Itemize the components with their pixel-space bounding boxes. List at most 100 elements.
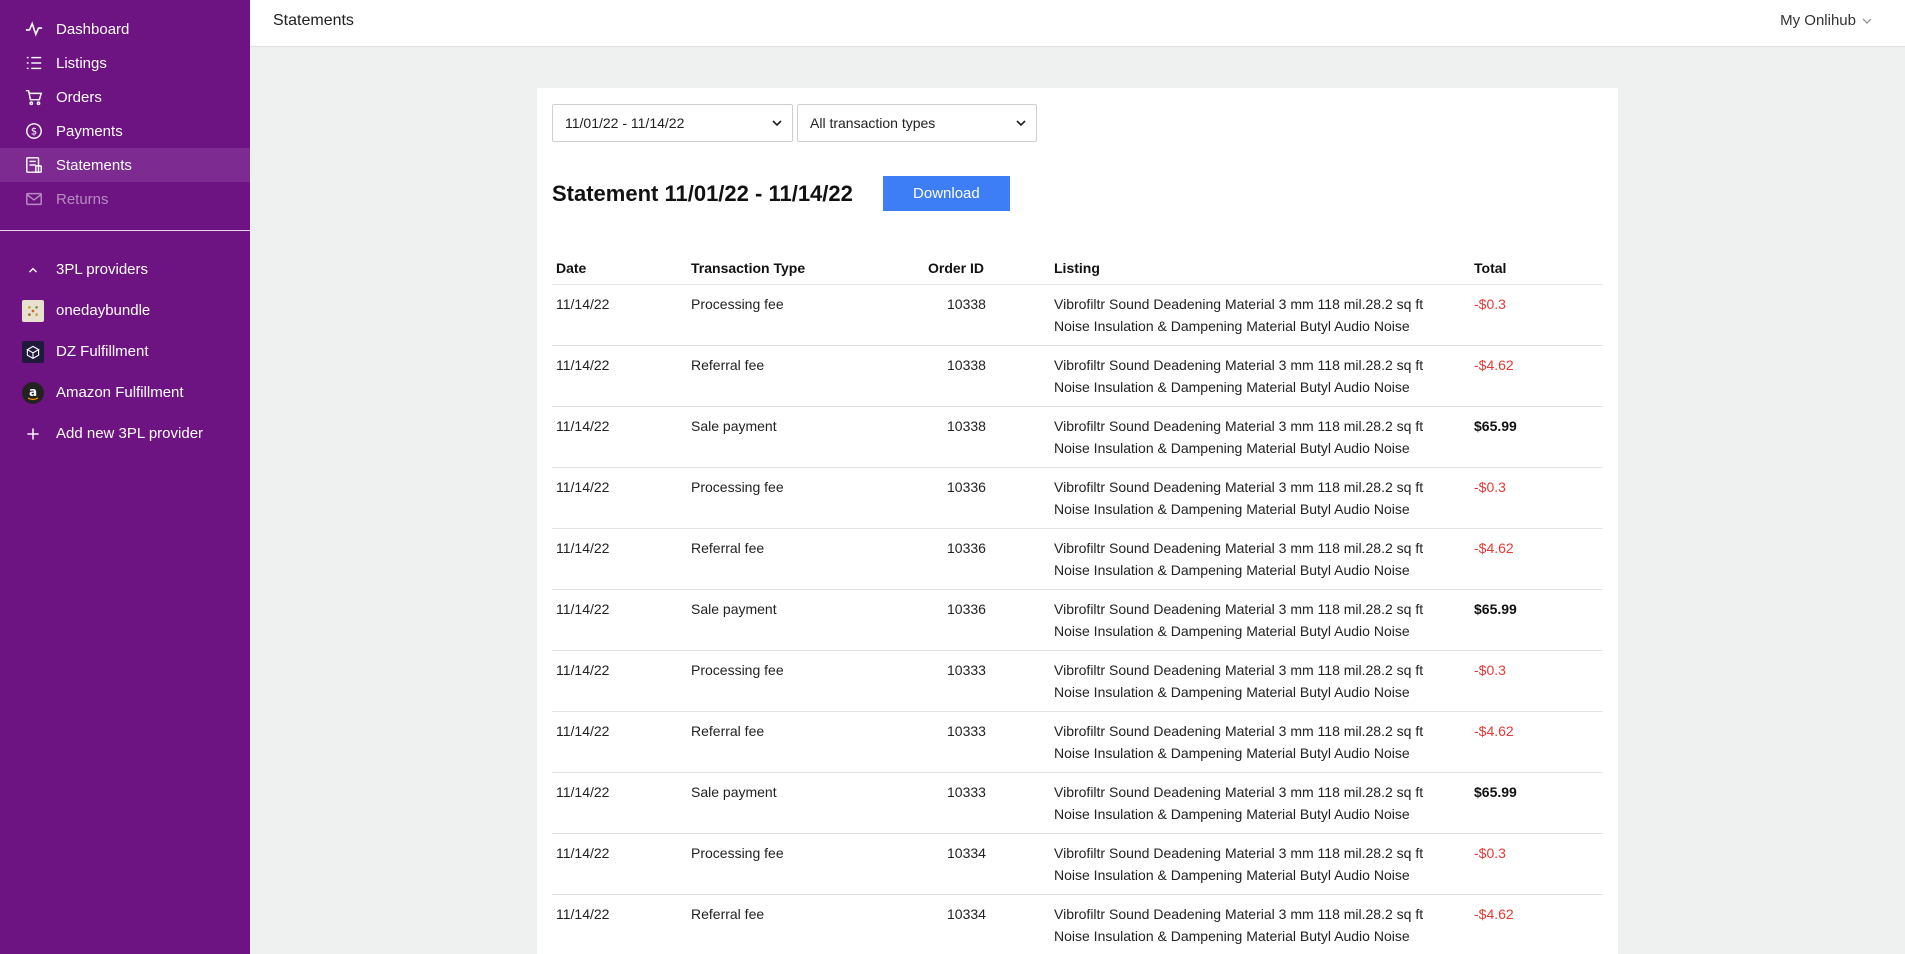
cell-date: 11/14/22 — [552, 894, 687, 954]
provider-amazon-fulfillment[interactable]: a Amazon Fulfillment — [0, 372, 250, 413]
listing-line-2: Noise Insulation & Dampening Material Bu… — [1054, 561, 1410, 578]
cell-order-id[interactable]: 10338 — [924, 345, 1050, 407]
cell-total: -$4.62 — [1470, 711, 1603, 773]
cell-transaction-type: Processing fee — [687, 833, 924, 895]
cell-total: $65.99 — [1470, 589, 1603, 651]
cell-total: $65.99 — [1470, 406, 1603, 468]
listing-line-2: Noise Insulation & Dampening Material Bu… — [1054, 866, 1410, 883]
table-row[interactable]: 11/14/22 Referral fee 10333 Vibrofiltr Soun… — [552, 711, 1603, 773]
svg-text:$: $ — [31, 127, 37, 138]
date-range-select[interactable]: 11/01/22 - 11/14/22 — [552, 104, 793, 142]
cell-order-id[interactable]: 10334 — [924, 833, 1050, 895]
table-row[interactable]: 11/14/22 Sale payment 10338 Vibrofiltr Soun… — [552, 406, 1603, 468]
table-row[interactable]: 11/14/22 Referral fee 10338 Vibrofiltr Soun… — [552, 345, 1603, 407]
cart-icon — [24, 87, 44, 107]
table-row[interactable]: 11/14/22 Sale payment 10336 Vibrofiltr Soun… — [552, 589, 1603, 651]
cell-listing[interactable]: Vibrofiltr Sound Deadening Material 3 mm… — [1050, 589, 1470, 651]
statement-heading-row: Statement 11/01/22 - 11/14/22 Download — [552, 176, 1010, 211]
sidebar-item-orders[interactable]: Orders — [0, 80, 250, 114]
column-header-total[interactable]: Total — [1470, 252, 1603, 285]
amazon-logo: a — [22, 381, 44, 404]
sidebar-item-label: Dashboard — [56, 20, 130, 38]
cell-date: 11/14/22 — [552, 772, 687, 834]
provider-label: onedaybundle — [56, 302, 151, 319]
cell-order-id[interactable]: 10336 — [924, 528, 1050, 590]
download-button[interactable]: Download — [882, 176, 1010, 211]
providers-header: 3PL providers — [56, 261, 148, 278]
provider-onedaybundle[interactable]: onedaybundle — [0, 290, 250, 331]
cell-date: 11/14/22 — [552, 528, 687, 590]
provider-dz-fulfillment[interactable]: DZ Fulfillment — [0, 331, 250, 372]
table-row[interactable]: 11/14/22 Referral fee 10336 Vibrofiltr Soun… — [552, 528, 1603, 590]
table-row[interactable]: 11/14/22 Processing fee 10338 Vibrofiltr So… — [552, 284, 1603, 346]
chevron-down-icon — [1016, 120, 1026, 127]
table-row[interactable]: 11/14/22 Sale payment 10333 Vibrofiltr Soun… — [552, 772, 1603, 834]
cell-transaction-type: Sale payment — [687, 589, 924, 651]
listing-line-1: Vibrofiltr Sound Deadening Material 3 mm… — [1054, 600, 1424, 617]
column-header-transaction-type[interactable]: Transaction Type — [687, 252, 924, 285]
column-header-listing[interactable]: Listing — [1050, 252, 1470, 285]
cell-total: -$0.3 — [1470, 833, 1603, 895]
cell-transaction-type: Referral fee — [687, 528, 924, 590]
cell-order-id[interactable]: 10334 — [924, 894, 1050, 954]
listing-line-1: Vibrofiltr Sound Deadening Material 3 mm… — [1054, 722, 1424, 739]
table-row[interactable]: 11/14/22 Processing fee 10333 Vibrofiltr So… — [552, 650, 1603, 712]
cell-date: 11/14/22 — [552, 345, 687, 407]
cell-order-id[interactable]: 10333 — [924, 711, 1050, 773]
table-row[interactable]: 11/14/22 Processing fee 10336 Vibrofiltr So… — [552, 467, 1603, 529]
account-name: My Onlihub — [1780, 12, 1856, 29]
cell-transaction-type: Referral fee — [687, 894, 924, 954]
listing-line-2: Noise Insulation & Dampening Material Bu… — [1054, 744, 1410, 761]
chevron-down-icon — [1862, 18, 1872, 24]
cell-date: 11/14/22 — [552, 589, 687, 651]
top-header: Statements My Onlihub — [250, 0, 1905, 47]
cell-transaction-type: Sale payment — [687, 772, 924, 834]
cell-order-id[interactable]: 10333 — [924, 650, 1050, 712]
cell-listing[interactable]: Vibrofiltr Sound Deadening Material 3 mm… — [1050, 406, 1470, 468]
cell-order-id[interactable]: 10336 — [924, 467, 1050, 529]
cell-order-id[interactable]: 10336 — [924, 589, 1050, 651]
table-body: 11/14/22 Processing fee 10338 Vibrofiltr So… — [552, 284, 1603, 954]
provider-label: Amazon Fulfillment — [56, 384, 184, 401]
sidebar-divider — [0, 230, 250, 231]
statement-icon — [24, 155, 44, 175]
sidebar-item-label: Returns — [56, 190, 109, 208]
cell-listing[interactable]: Vibrofiltr Sound Deadening Material 3 mm… — [1050, 650, 1470, 712]
sidebar-item-label: Statements — [56, 156, 132, 174]
table-row[interactable]: 11/14/22 Referral fee 10334 Vibrofiltr Soun… — [552, 894, 1603, 954]
cell-order-id[interactable]: 10333 — [924, 772, 1050, 834]
column-header-order-id[interactable]: Order ID — [924, 252, 1050, 285]
listing-line-2: Noise Insulation & Dampening Material Bu… — [1054, 805, 1410, 822]
sidebar-item-dashboard[interactable]: Dashboard — [0, 12, 250, 46]
cell-transaction-type: Processing fee — [687, 467, 924, 529]
transactions-table: Date Transaction Type Order ID Listing T… — [552, 252, 1603, 954]
cell-listing[interactable]: Vibrofiltr Sound Deadening Material 3 mm… — [1050, 284, 1470, 346]
onedaybundle-logo — [22, 299, 44, 322]
column-header-date[interactable]: Date — [552, 252, 687, 285]
cell-date: 11/14/22 — [552, 650, 687, 712]
account-menu[interactable]: My Onlihub — [1780, 12, 1872, 29]
cell-order-id[interactable]: 10338 — [924, 406, 1050, 468]
activity-icon — [24, 19, 44, 39]
cell-transaction-type: Sale payment — [687, 406, 924, 468]
cell-transaction-type: Referral fee — [687, 345, 924, 407]
transaction-type-select[interactable]: All transaction types — [797, 104, 1037, 142]
cell-listing[interactable]: Vibrofiltr Sound Deadening Material 3 mm… — [1050, 467, 1470, 529]
cell-date: 11/14/22 — [552, 833, 687, 895]
table-header-row: Date Transaction Type Order ID Listing T… — [552, 252, 1603, 285]
cell-listing[interactable]: Vibrofiltr Sound Deadening Material 3 mm… — [1050, 772, 1470, 834]
sidebar-item-returns[interactable]: Returns — [0, 182, 250, 216]
providers-toggle[interactable]: 3PL providers — [0, 249, 250, 290]
cell-date: 11/14/22 — [552, 711, 687, 773]
cell-listing[interactable]: Vibrofiltr Sound Deadening Material 3 mm… — [1050, 833, 1470, 895]
sidebar-item-payments[interactable]: $ Payments — [0, 114, 250, 148]
cell-listing[interactable]: Vibrofiltr Sound Deadening Material 3 mm… — [1050, 894, 1470, 954]
sidebar-item-listings[interactable]: Listings — [0, 46, 250, 80]
table-row[interactable]: 11/14/22 Processing fee 10334 Vibrofiltr So… — [552, 833, 1603, 895]
cell-order-id[interactable]: 10338 — [924, 284, 1050, 346]
add-provider-button[interactable]: Add new 3PL provider — [0, 413, 250, 454]
cell-listing[interactable]: Vibrofiltr Sound Deadening Material 3 mm… — [1050, 345, 1470, 407]
cell-listing[interactable]: Vibrofiltr Sound Deadening Material 3 mm… — [1050, 528, 1470, 590]
sidebar-item-statements[interactable]: Statements — [0, 148, 250, 182]
cell-listing[interactable]: Vibrofiltr Sound Deadening Material 3 mm… — [1050, 711, 1470, 773]
